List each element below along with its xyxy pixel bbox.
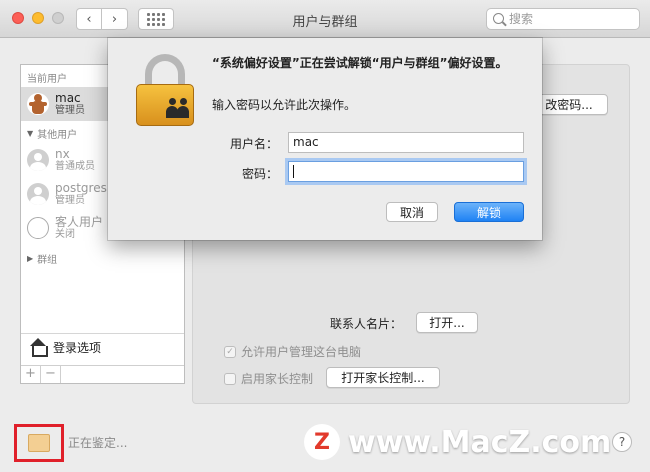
- open-contact-button[interactable]: 打开...: [416, 312, 478, 333]
- user-name: 客人用户: [55, 214, 104, 229]
- user-role: 管理员: [55, 195, 85, 207]
- login-options-label: 登录选项: [53, 340, 102, 355]
- password-field[interactable]: [288, 161, 524, 182]
- username-label: 用户名：: [229, 137, 278, 151]
- title-bar: ‹ › 用户与群组 搜索: [0, 0, 650, 38]
- open-parental-controls-button[interactable]: 打开家长控制...: [326, 367, 440, 388]
- checkmark-icon: ✓: [224, 345, 236, 358]
- remove-user-button[interactable]: −: [41, 366, 61, 383]
- auth-status-text: 正在鉴定...: [68, 436, 128, 450]
- guest-avatar-icon: [27, 217, 49, 239]
- username-field[interactable]: mac: [288, 132, 524, 153]
- user-avatar-icon: [27, 183, 49, 205]
- sidebar-footer: 登录选项 + −: [21, 333, 184, 383]
- allow-admin-checkbox[interactable]: ✓ 允许用户管理这台电脑: [224, 343, 361, 360]
- search-icon: [493, 13, 504, 24]
- unlock-button[interactable]: 解锁: [454, 202, 524, 222]
- cancel-button[interactable]: 取消: [386, 202, 438, 222]
- watermark: Z www.MacZ.com: [304, 424, 611, 460]
- enable-parental-checkbox[interactable]: 启用家长控制: [224, 370, 313, 387]
- disclosure-triangle-right-icon: ▶: [27, 254, 34, 263]
- password-label: 密码：: [241, 167, 278, 181]
- user-role: 管理员: [55, 105, 85, 117]
- padlock-icon: [136, 54, 194, 126]
- dialog-message: “系统偏好设置”正在尝试解锁“用户与群组”偏好设置。: [212, 56, 508, 70]
- user-avatar-icon: [27, 149, 49, 171]
- enable-parental-label: 启用家长控制: [241, 372, 314, 386]
- user-role: 普通成员: [55, 161, 95, 173]
- text-cursor: [293, 165, 294, 178]
- users-group-icon: [166, 98, 190, 118]
- help-button[interactable]: ?: [612, 432, 632, 452]
- watermark-text: www.MacZ.com: [348, 424, 612, 460]
- gingerbread-avatar-icon: [27, 93, 49, 115]
- allow-admin-label: 允许用户管理这台电脑: [241, 345, 362, 359]
- user-name: mac: [55, 90, 81, 105]
- add-remove-bar: + −: [21, 365, 184, 383]
- user-name: postgres: [55, 180, 107, 195]
- add-user-button[interactable]: +: [21, 366, 41, 383]
- search-field[interactable]: 搜索: [486, 8, 640, 30]
- user-name: nx: [55, 146, 70, 161]
- unlock-dialog: “系统偏好设置”正在尝试解锁“用户与群组”偏好设置。 输入密码以允许此次操作。 …: [108, 38, 542, 240]
- disclosure-triangle-down-icon: ▼: [27, 129, 34, 138]
- lock-icon: [28, 434, 50, 452]
- username-value: mac: [293, 135, 319, 149]
- login-options-item[interactable]: 登录选项: [29, 338, 102, 357]
- dialog-subtitle: 输入密码以允许此次操作。: [212, 98, 357, 112]
- house-icon: [29, 338, 48, 357]
- user-role: 关闭: [55, 229, 75, 241]
- contact-card-label: 联系人名片：: [330, 317, 403, 331]
- groups-header[interactable]: ▶ 群组: [21, 245, 184, 268]
- lock-button[interactable]: [14, 424, 64, 462]
- search-placeholder: 搜索: [509, 12, 534, 26]
- watermark-logo: Z: [304, 424, 340, 460]
